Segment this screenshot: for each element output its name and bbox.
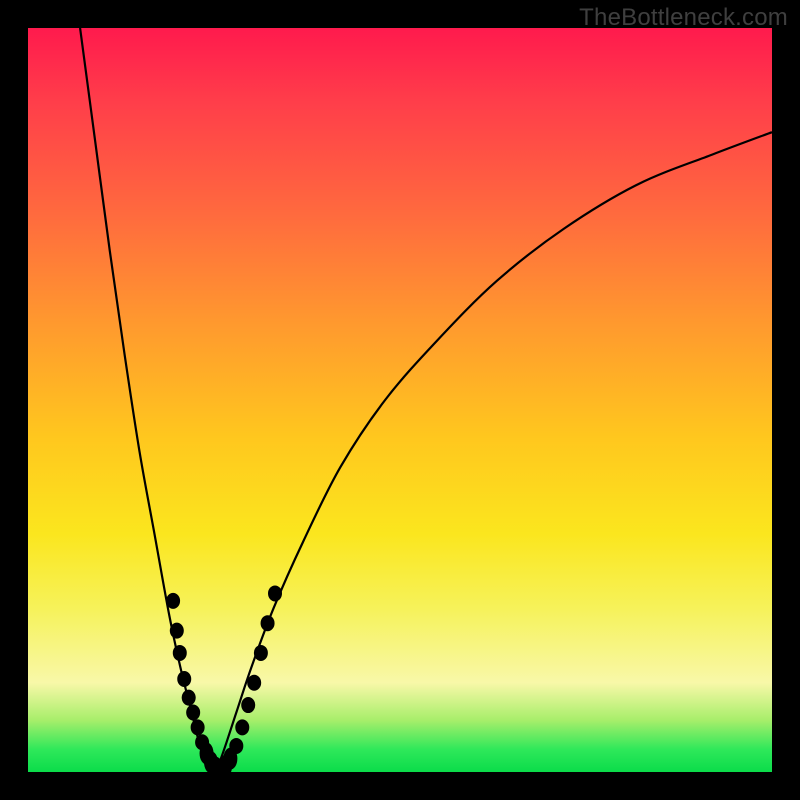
sample-marker — [254, 645, 268, 661]
sample-marker — [229, 738, 243, 754]
sample-marker — [170, 623, 184, 639]
outer-frame: TheBottleneck.com — [0, 0, 800, 800]
sample-marker — [261, 615, 275, 631]
sample-marker — [186, 704, 200, 720]
sample-marker — [166, 593, 180, 609]
plot-area — [28, 28, 772, 772]
sample-marker — [247, 675, 261, 691]
sample-marker — [177, 671, 191, 687]
right-branch-line — [214, 132, 772, 772]
sample-marker — [182, 690, 196, 706]
sample-marker — [191, 719, 205, 735]
curve-svg — [28, 28, 772, 772]
sample-marker — [235, 719, 249, 735]
sample-marker — [268, 585, 282, 601]
curve-lines — [80, 28, 772, 772]
sample-marker — [241, 697, 255, 713]
left-branch-line — [80, 28, 214, 772]
sample-marker — [173, 645, 187, 661]
